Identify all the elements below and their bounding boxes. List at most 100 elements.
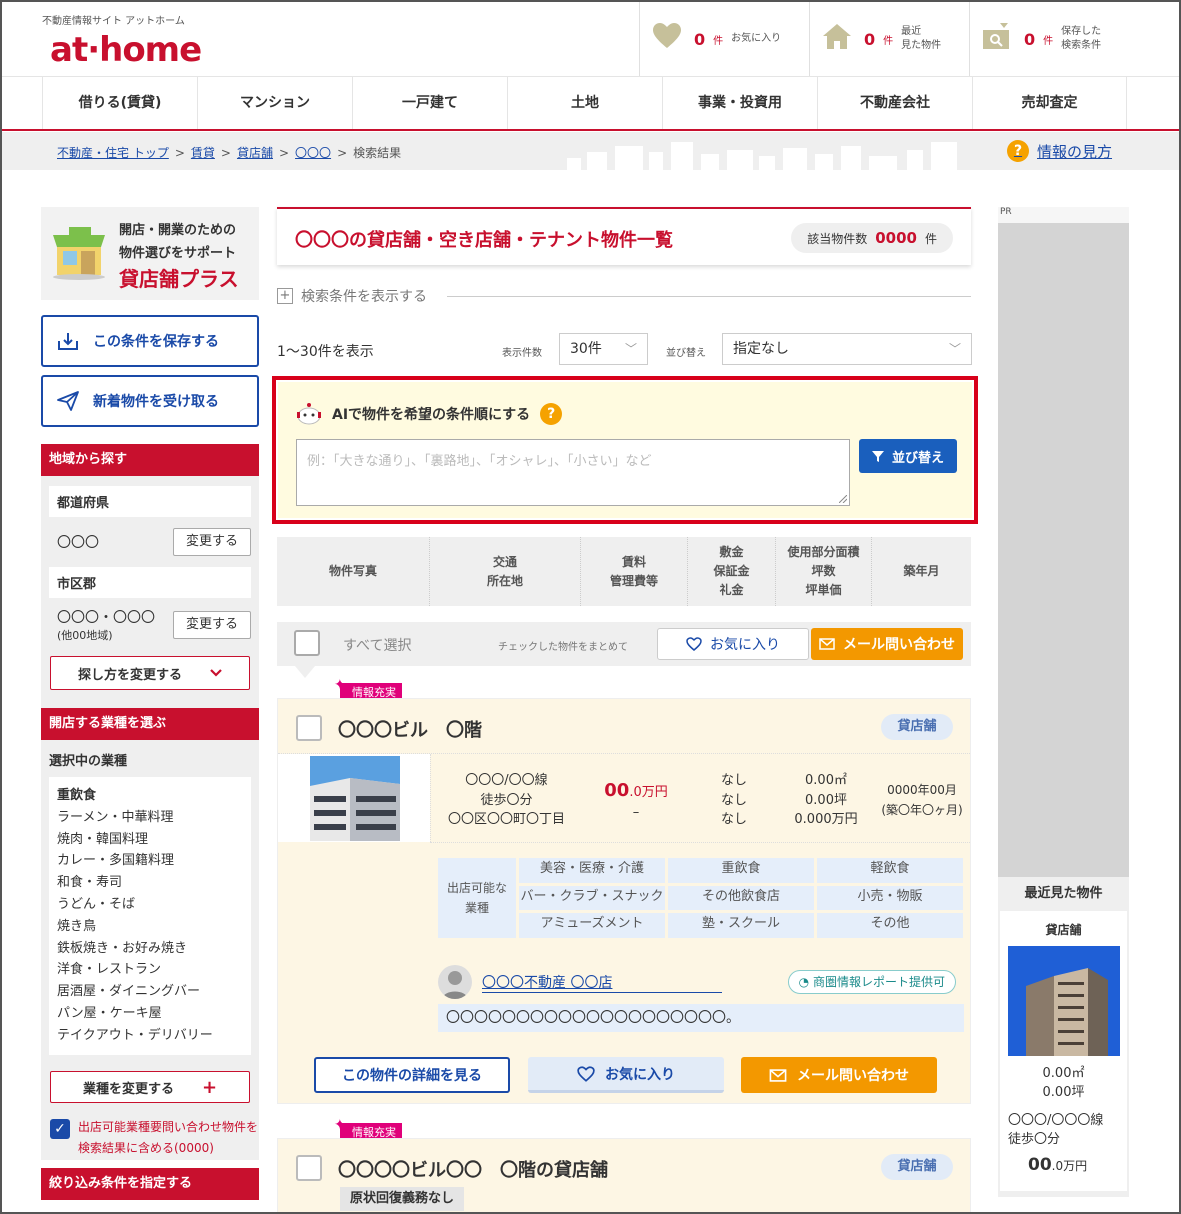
nav-house[interactable]: 一戸建て bbox=[352, 77, 507, 129]
allowed-business-item: 軽飲食 bbox=[817, 858, 963, 883]
receive-new-listings-button[interactable]: 新着物件を受け取る bbox=[41, 375, 259, 427]
allowed-business-item: 美容・医療・介護 bbox=[519, 858, 665, 883]
change-city-button[interactable]: 変更する bbox=[173, 611, 251, 639]
nav-business[interactable]: 事業・投資用 bbox=[662, 77, 817, 129]
help-link[interactable]: ? 情報の見方 bbox=[1007, 140, 1112, 162]
nav-land[interactable]: 土地 bbox=[507, 77, 662, 129]
city-label: 市区郡 bbox=[49, 567, 251, 598]
breadcrumb-top[interactable]: 不動産・住宅 トップ bbox=[57, 146, 169, 160]
favorites-count: 0 bbox=[694, 29, 706, 49]
recent-access: 〇〇〇/〇〇〇線 徒歩〇分 bbox=[1008, 1113, 1104, 1147]
business-type-item: 洋食・レストラン bbox=[57, 962, 162, 978]
hit-count: 0000 bbox=[875, 229, 917, 247]
business-type-item: カレー・多国籍料理 bbox=[57, 853, 175, 869]
report-icon: ◔ bbox=[798, 975, 810, 989]
store-plus-banner[interactable]: 開店・開業のための 物件選びをサポート 貸店舗プラス bbox=[41, 207, 259, 300]
recent-rent: 00.0万円 bbox=[1028, 1155, 1088, 1175]
resize-handle-icon[interactable] bbox=[839, 495, 847, 503]
per-page-label: 表示件数 bbox=[502, 348, 542, 359]
bulk-mail-button[interactable]: メール問い合わせ bbox=[811, 628, 963, 660]
shop-icon bbox=[53, 227, 105, 280]
change-search-method-button[interactable]: 探し方を変更する bbox=[50, 656, 250, 690]
saved-search-unit: 件 bbox=[1043, 35, 1054, 47]
saved-search-counter[interactable]: 0 件 保存した 検索条件 bbox=[969, 2, 1144, 76]
business-type-item: うどん・そば bbox=[57, 896, 136, 912]
paper-plane-icon bbox=[57, 391, 79, 411]
allowed-business-table: 出店可能な 業種 美容・医療・介護 重飲食 軽飲食 バー・クラブ・スナック その… bbox=[438, 858, 964, 938]
col-photo: 物件写真 bbox=[277, 537, 430, 606]
favorites-unit: 件 bbox=[713, 35, 724, 47]
col-built: 築年月 bbox=[903, 564, 940, 578]
select-all-checkbox[interactable] bbox=[294, 630, 320, 656]
nav-agency[interactable]: 不動産会社 bbox=[817, 77, 972, 129]
sparkle-icon: ✦ bbox=[334, 677, 346, 693]
house-icon bbox=[822, 22, 856, 57]
property-deposits: なし なし なし bbox=[720, 773, 747, 827]
property-rent: 00.0万円 – bbox=[604, 780, 668, 820]
property-photo[interactable] bbox=[310, 756, 400, 841]
page-title: 〇〇〇の貸店舗・空き店舗・テナント物件一覧 bbox=[295, 230, 673, 251]
breadcrumb-bar: 不動産・住宅 トップ > 賃貸 > 貸店舗 > 〇〇〇 > 検索結果 ? 情報の見方 bbox=[2, 132, 1179, 170]
col-area: 使用部分面積 坪数 坪単価 bbox=[776, 537, 872, 606]
favorites-label: お気に入り bbox=[731, 33, 782, 44]
help-link-label: 情報の見方 bbox=[1037, 142, 1113, 161]
breadcrumb-area[interactable]: 〇〇〇 bbox=[295, 146, 331, 160]
question-icon[interactable]: ? bbox=[540, 403, 563, 425]
property-type-badge: 貸店舗 bbox=[881, 714, 953, 740]
recent-label: 最近 見た物件 bbox=[901, 26, 942, 51]
nav-sell[interactable]: 売却査定 bbox=[972, 77, 1127, 129]
property-name[interactable]: 〇〇〇ビル 〇階 bbox=[338, 716, 482, 742]
property-built: 0000年00月 (築〇年〇ヶ月) bbox=[881, 783, 963, 817]
add-favorite-button[interactable]: お気に入り bbox=[528, 1057, 724, 1093]
col-access: 交通 所在地 bbox=[430, 537, 581, 606]
favorites-counter[interactable]: 0 件 お気に入り bbox=[639, 2, 809, 76]
property-type-badge: 貸店舗 bbox=[881, 1154, 953, 1180]
heart-outline-icon bbox=[577, 1065, 595, 1082]
sort-select[interactable]: 指定なし ﹀ bbox=[722, 333, 972, 365]
recent-unit: 件 bbox=[883, 35, 894, 47]
promo-text: 開店・開業のための 物件選びをサポート bbox=[119, 223, 237, 261]
prefecture-value: 〇〇〇 bbox=[57, 535, 99, 551]
nav-rent[interactable]: 借りる(賃貸) bbox=[42, 77, 197, 129]
management-fee: – bbox=[632, 804, 640, 820]
mail-inquiry-button[interactable]: メール問い合わせ bbox=[741, 1057, 937, 1093]
filter-heading: 絞り込み条件を指定する bbox=[41, 1168, 259, 1200]
view-detail-button[interactable]: この物件の詳細を見る bbox=[314, 1057, 510, 1093]
chevron-down-icon: ﹀ bbox=[948, 342, 961, 356]
agent-avatar bbox=[438, 965, 472, 999]
checkbox-checked-icon[interactable]: ✓ bbox=[50, 1119, 70, 1139]
business-type-item: ラーメン・中華料理 bbox=[57, 809, 174, 825]
per-page-select[interactable]: 30件 ﹀ bbox=[559, 333, 648, 365]
bulk-favorite-button[interactable]: お気に入り bbox=[657, 628, 809, 660]
saved-search-count: 0 bbox=[1024, 29, 1036, 49]
city-extra: (他00地域) bbox=[57, 629, 113, 642]
include-inquiry-option[interactable]: ✓ 出店可能業種要問い合わせ物件を検索結果に含める(0000) bbox=[50, 1117, 260, 1159]
recent-property-card[interactable]: 貸店舗 0.00㎡ 0.00坪 〇〇〇/〇〇〇線 徒歩〇分 00.0万円 bbox=[1000, 911, 1127, 1191]
result-range: 1〜30件を表示 bbox=[277, 344, 374, 360]
save-condition-button[interactable]: この条件を保存する bbox=[41, 315, 259, 367]
breadcrumb-rent[interactable]: 賃貸 bbox=[191, 146, 215, 160]
heart-icon bbox=[652, 22, 686, 57]
global-nav: 借りる(賃貸) マンション 一戸建て 土地 事業・投資用 不動産会社 売却査定 bbox=[2, 76, 1179, 131]
sparkle-icon: ✦ bbox=[334, 1117, 346, 1133]
athome-logo[interactable]: at·home bbox=[50, 30, 202, 70]
property-checkbox[interactable] bbox=[296, 715, 322, 741]
recent-property-photo bbox=[1008, 946, 1120, 1056]
breadcrumb-store[interactable]: 貸店舗 bbox=[237, 146, 273, 160]
ai-sort-box: AIで物件を希望の条件順にする ? 例：「大きな通り」、「裏路地」、「オシャレ」… bbox=[272, 376, 978, 524]
area-search-heading: 地域から探す bbox=[41, 444, 259, 476]
hit-count-badge: 該当物件数 0000 件 bbox=[791, 223, 953, 253]
ai-condition-textarea[interactable]: 例：「大きな通り」、「裏路地」、「オシャレ」、「小さい」など bbox=[296, 439, 850, 506]
property-checkbox[interactable] bbox=[296, 1155, 322, 1181]
show-conditions-toggle[interactable]: + 検索条件を表示する bbox=[277, 286, 971, 306]
property-name[interactable]: 〇〇〇〇ビル〇〇 〇階の貸店舗 bbox=[338, 1156, 608, 1182]
change-business-type-button[interactable]: 業種を変更する + bbox=[50, 1071, 250, 1103]
agent-link[interactable]: 〇〇〇不動産 〇〇店 bbox=[482, 972, 722, 993]
change-prefecture-button[interactable]: 変更する bbox=[173, 528, 251, 556]
ai-sort-button[interactable]: 並び替え bbox=[859, 439, 957, 473]
recent-counter[interactable]: 0 件 最近 見た物件 bbox=[809, 2, 969, 76]
nav-mansion[interactable]: マンション bbox=[197, 77, 352, 129]
property-comment: 〇〇〇〇〇〇〇〇〇〇〇〇〇〇〇〇〇〇〇〇。 bbox=[438, 1004, 964, 1032]
selected-business-label: 選択中の業種 bbox=[49, 754, 128, 769]
agent-row: 〇〇〇不動産 〇〇店 ◔ 商圏情報レポート提供可 bbox=[438, 965, 964, 999]
